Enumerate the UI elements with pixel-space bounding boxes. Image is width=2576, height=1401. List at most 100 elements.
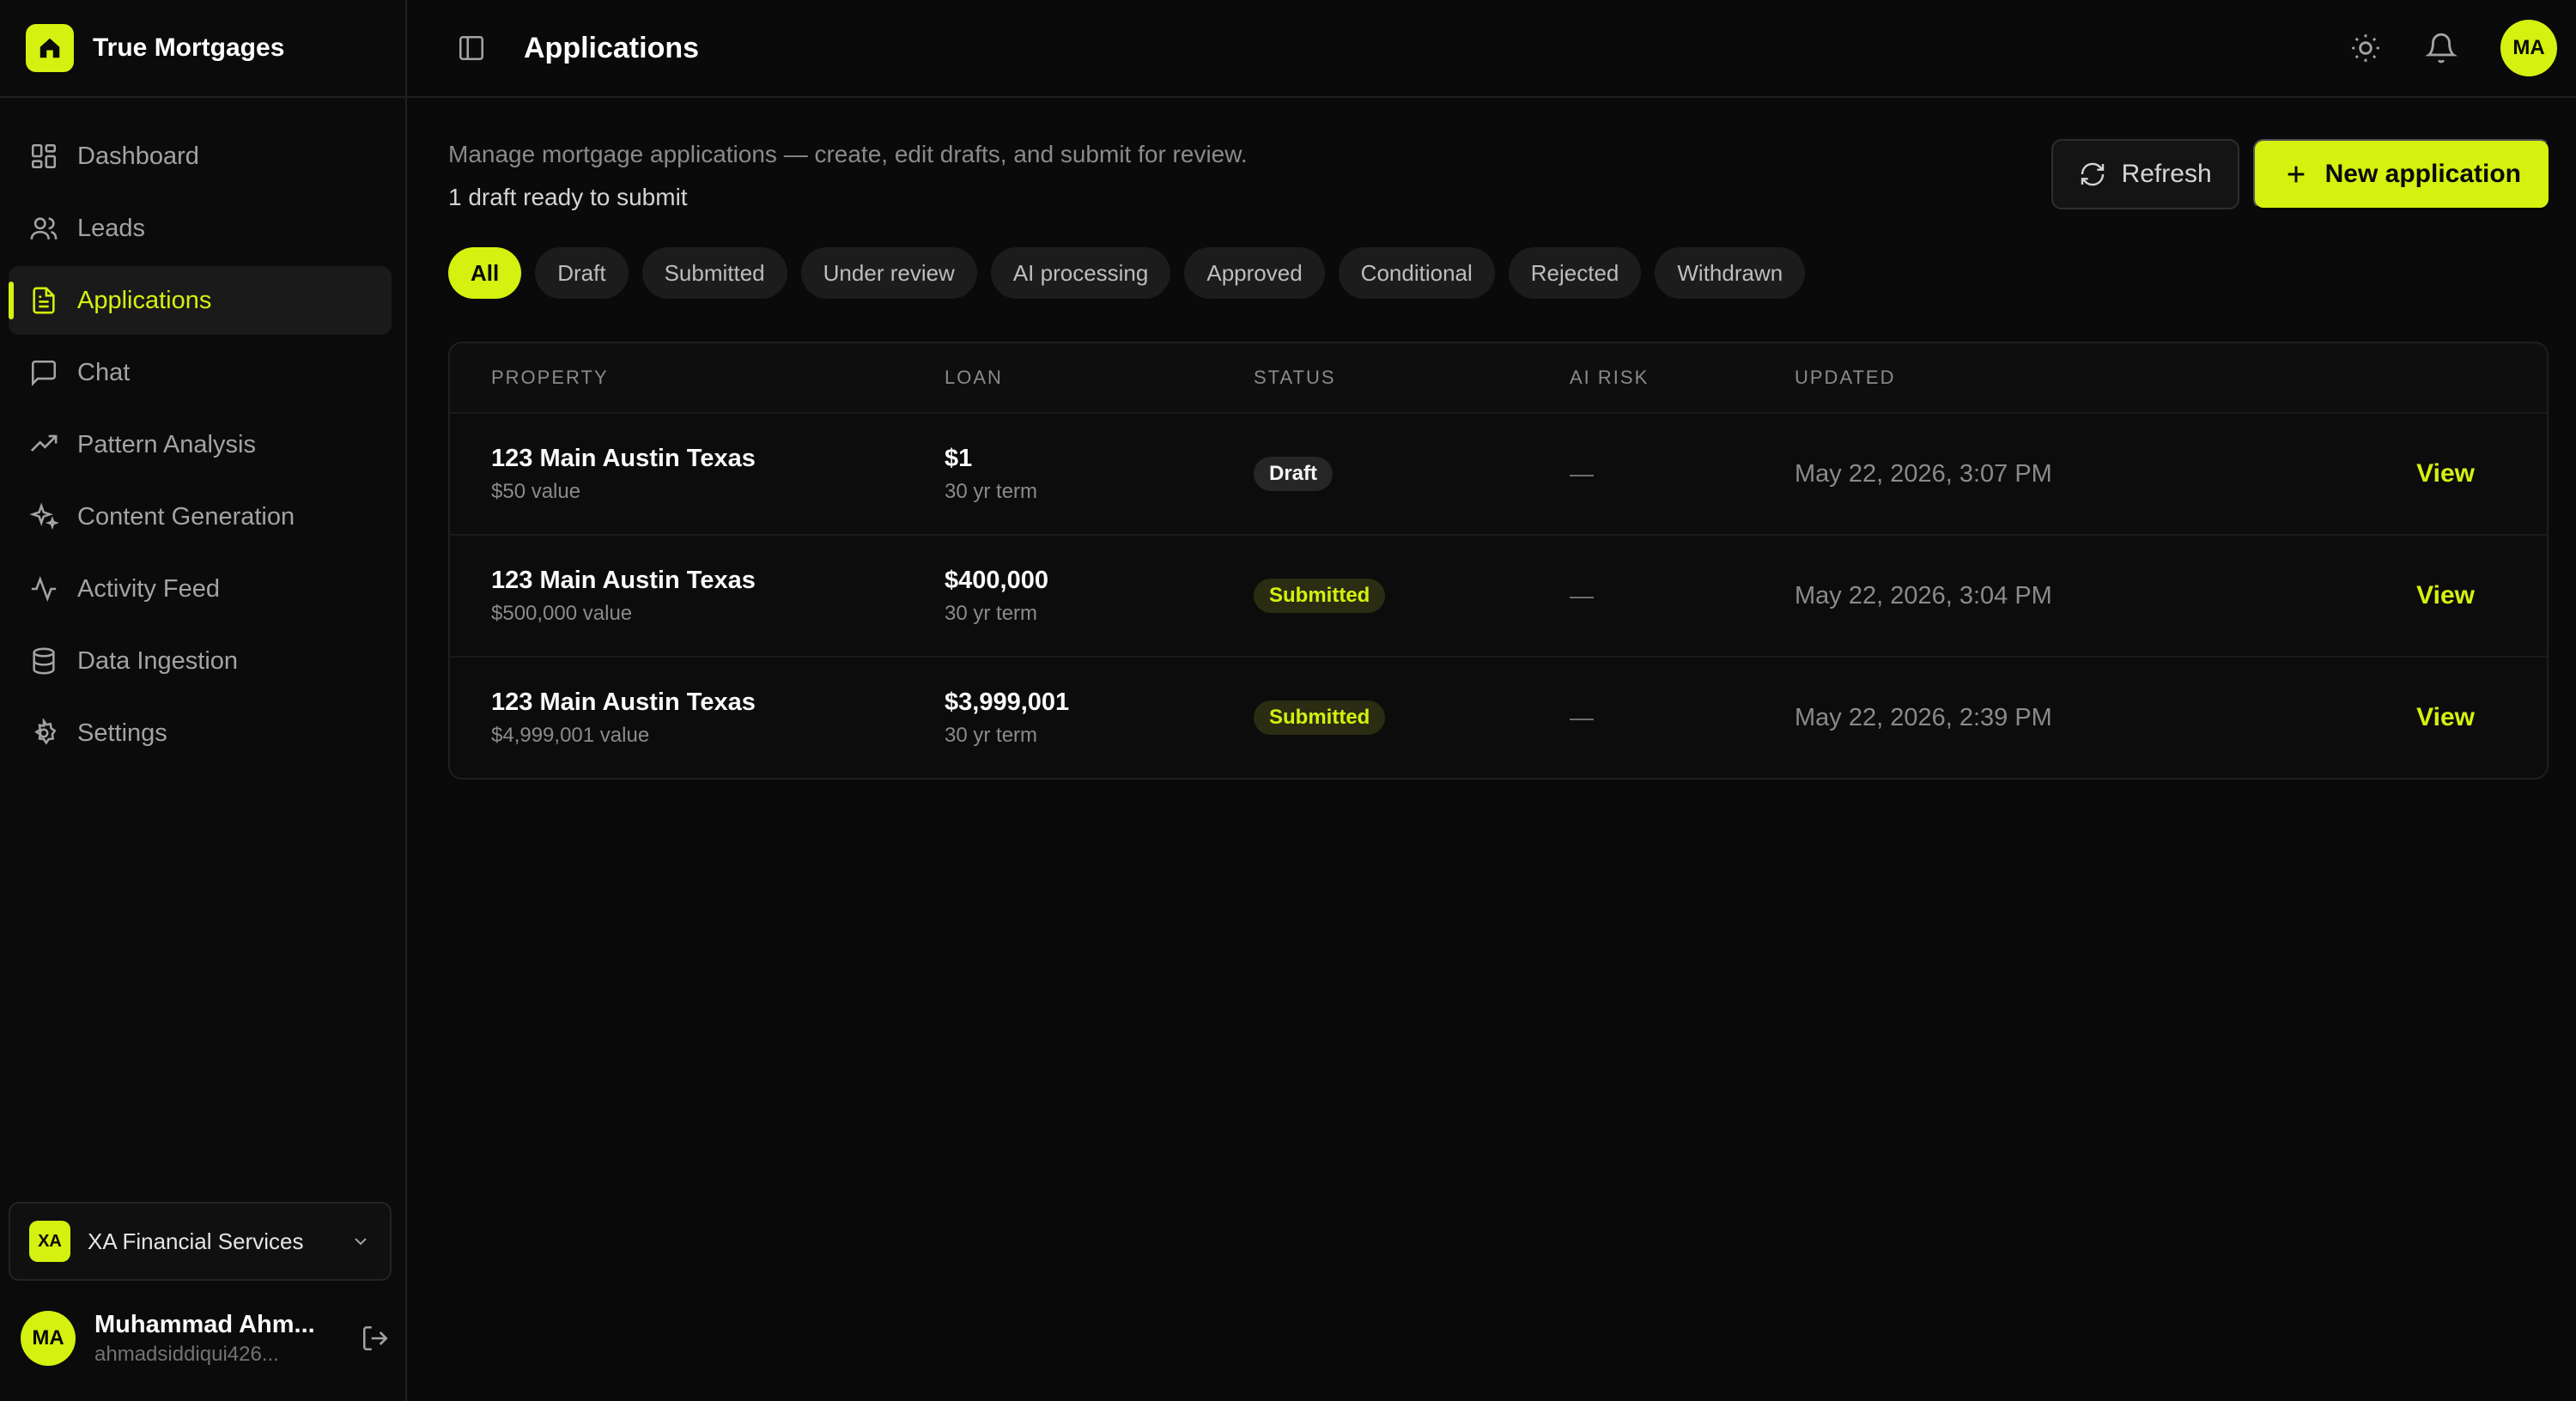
loan-cell: $400,000 30 yr term bbox=[945, 567, 1254, 626]
file-text-icon bbox=[33, 287, 55, 314]
sidebar-item-activity-feed[interactable]: Activity Feed bbox=[9, 555, 392, 623]
message-square-icon bbox=[31, 360, 57, 386]
page-actions: Refresh New application bbox=[2050, 139, 2550, 209]
sidebar-toggle-icon[interactable] bbox=[457, 33, 486, 63]
sidebar-item-label: Data Ingestion bbox=[77, 646, 239, 675]
activity-icon bbox=[31, 576, 57, 602]
sidebar-item-label: Settings bbox=[77, 719, 167, 747]
refresh-icon bbox=[2081, 162, 2104, 186]
sidebar-item-label: Activity Feed bbox=[77, 574, 220, 603]
sidebar-item-label: Leads bbox=[77, 214, 146, 242]
status-filters: All Draft Submitted Under review AI proc… bbox=[448, 247, 2550, 299]
avatar[interactable]: MA bbox=[2500, 20, 2557, 76]
sidebar-item-data-ingestion[interactable]: Data Ingestion bbox=[9, 627, 392, 695]
sidebar-item-applications[interactable]: Applications bbox=[9, 266, 392, 335]
org-switcher[interactable]: XA XA Financial Services bbox=[9, 1202, 392, 1281]
column-header-updated[interactable]: UPDATED bbox=[1795, 367, 2409, 389]
sidebar-nav: Dashboard Leads Applications Chat Patter… bbox=[0, 98, 405, 767]
filter-withdrawn[interactable]: Withdrawn bbox=[1655, 247, 1806, 299]
sidebar: True Mortgages Dashboard Leads Applicati… bbox=[0, 0, 407, 1401]
gear-icon bbox=[34, 719, 57, 745]
house-icon bbox=[26, 24, 74, 72]
loan-cell: $3,999,001 30 yr term bbox=[945, 688, 1254, 748]
filter-conditional[interactable]: Conditional bbox=[1338, 247, 1495, 299]
page-title: Applications bbox=[524, 31, 700, 64]
loan-term: 30 yr term bbox=[945, 601, 1038, 625]
main-area: Applications MA Manage mortgage applicat… bbox=[407, 0, 2576, 1401]
logout-icon[interactable] bbox=[361, 1324, 390, 1353]
updated-cell: May 22, 2026, 3:04 PM bbox=[1795, 582, 2409, 610]
filter-draft[interactable]: Draft bbox=[535, 247, 629, 299]
action-cell: View bbox=[2409, 581, 2547, 610]
sparkles-icon bbox=[29, 502, 58, 531]
trending-up-icon bbox=[30, 434, 58, 452]
topbar: Applications MA bbox=[407, 0, 2576, 98]
property-value: $4,999,001 value bbox=[491, 723, 650, 747]
updated-timestamp: May 22, 2026, 2:39 PM bbox=[1795, 703, 2052, 731]
property-cell: 123 Main Austin Texas $50 value bbox=[450, 445, 945, 504]
status-badge: Submitted bbox=[1254, 700, 1386, 735]
column-header-status[interactable]: STATUS bbox=[1254, 367, 1570, 389]
updated-timestamp: May 22, 2026, 3:04 PM bbox=[1795, 581, 2052, 610]
table-row[interactable]: 123 Main Austin Texas $4,999,001 value $… bbox=[450, 656, 2547, 778]
new-application-label: New application bbox=[2324, 160, 2521, 188]
status-cell: Submitted bbox=[1254, 700, 1570, 735]
table-header: PROPERTY LOAN STATUS AI RISK UPDATED bbox=[450, 343, 2547, 412]
new-application-button[interactable]: New application bbox=[2252, 139, 2550, 209]
sidebar-item-pattern-analysis[interactable]: Pattern Analysis bbox=[9, 410, 392, 479]
chevron-down-icon bbox=[355, 1238, 367, 1246]
table-row[interactable]: 123 Main Austin Texas $50 value $1 30 yr… bbox=[450, 412, 2547, 534]
user-info: Muhammad Ahm... ahmadsiddiqui426... bbox=[94, 1311, 342, 1367]
filter-all[interactable]: All bbox=[448, 247, 522, 299]
database-icon bbox=[33, 647, 55, 675]
ai-risk-cell: — bbox=[1570, 704, 1795, 731]
property-address: 123 Main Austin Texas bbox=[491, 444, 756, 472]
sidebar-item-leads[interactable]: Leads bbox=[9, 194, 392, 263]
user-email: ahmadsiddiqui426... bbox=[94, 1342, 279, 1366]
view-link[interactable]: View bbox=[2416, 703, 2475, 731]
filter-approved[interactable]: Approved bbox=[1184, 247, 1325, 299]
ai-risk-value: — bbox=[1570, 704, 1594, 731]
filter-submitted[interactable]: Submitted bbox=[641, 247, 787, 299]
sidebar-item-dashboard[interactable]: Dashboard bbox=[9, 122, 392, 191]
action-cell: View bbox=[2409, 703, 2547, 732]
updated-cell: May 22, 2026, 3:07 PM bbox=[1795, 460, 2409, 488]
bell-icon[interactable] bbox=[2425, 32, 2458, 64]
view-link[interactable]: View bbox=[2416, 581, 2475, 610]
status-badge: Submitted bbox=[1254, 579, 1386, 613]
updated-timestamp: May 22, 2026, 3:07 PM bbox=[1795, 459, 2052, 488]
status-cell: Draft bbox=[1254, 457, 1570, 491]
refresh-button[interactable]: Refresh bbox=[2050, 139, 2239, 209]
sidebar-item-content-generation[interactable]: Content Generation bbox=[9, 482, 392, 551]
avatar[interactable]: MA bbox=[21, 1311, 76, 1366]
loan-cell: $1 30 yr term bbox=[945, 445, 1254, 504]
loan-term: 30 yr term bbox=[945, 723, 1038, 747]
sidebar-item-settings[interactable]: Settings bbox=[9, 699, 392, 767]
loan-amount: $3,999,001 bbox=[945, 688, 1070, 716]
ai-risk-value: — bbox=[1570, 460, 1594, 487]
ai-risk-value: — bbox=[1570, 582, 1594, 609]
table-row[interactable]: 123 Main Austin Texas $500,000 value $40… bbox=[450, 534, 2547, 656]
ai-risk-cell: — bbox=[1570, 582, 1795, 610]
column-header-property[interactable]: PROPERTY bbox=[450, 367, 945, 389]
sidebar-item-label: Pattern Analysis bbox=[77, 430, 256, 458]
updated-cell: May 22, 2026, 2:39 PM bbox=[1795, 704, 2409, 732]
sidebar-item-chat[interactable]: Chat bbox=[9, 338, 392, 407]
plus-icon bbox=[2287, 166, 2304, 183]
brand[interactable]: True Mortgages bbox=[0, 0, 405, 98]
loan-amount: $400,000 bbox=[945, 566, 1048, 594]
sidebar-item-label: Chat bbox=[77, 358, 131, 386]
filter-rejected[interactable]: Rejected bbox=[1508, 247, 1642, 299]
users-icon bbox=[30, 217, 58, 240]
column-header-loan[interactable]: LOAN bbox=[945, 367, 1254, 389]
property-cell: 123 Main Austin Texas $500,000 value bbox=[450, 567, 945, 626]
user-profile: MA Muhammad Ahm... ahmadsiddiqui426... bbox=[21, 1308, 390, 1368]
property-value: $500,000 value bbox=[491, 601, 633, 625]
filter-ai-processing[interactable]: AI processing bbox=[990, 247, 1171, 299]
sun-icon[interactable] bbox=[2349, 32, 2382, 64]
column-header-ai-risk[interactable]: AI RISK bbox=[1570, 367, 1795, 389]
layout-grid-icon bbox=[31, 143, 57, 169]
status-cell: Submitted bbox=[1254, 579, 1570, 613]
filter-under-review[interactable]: Under review bbox=[800, 247, 977, 299]
view-link[interactable]: View bbox=[2416, 459, 2475, 488]
